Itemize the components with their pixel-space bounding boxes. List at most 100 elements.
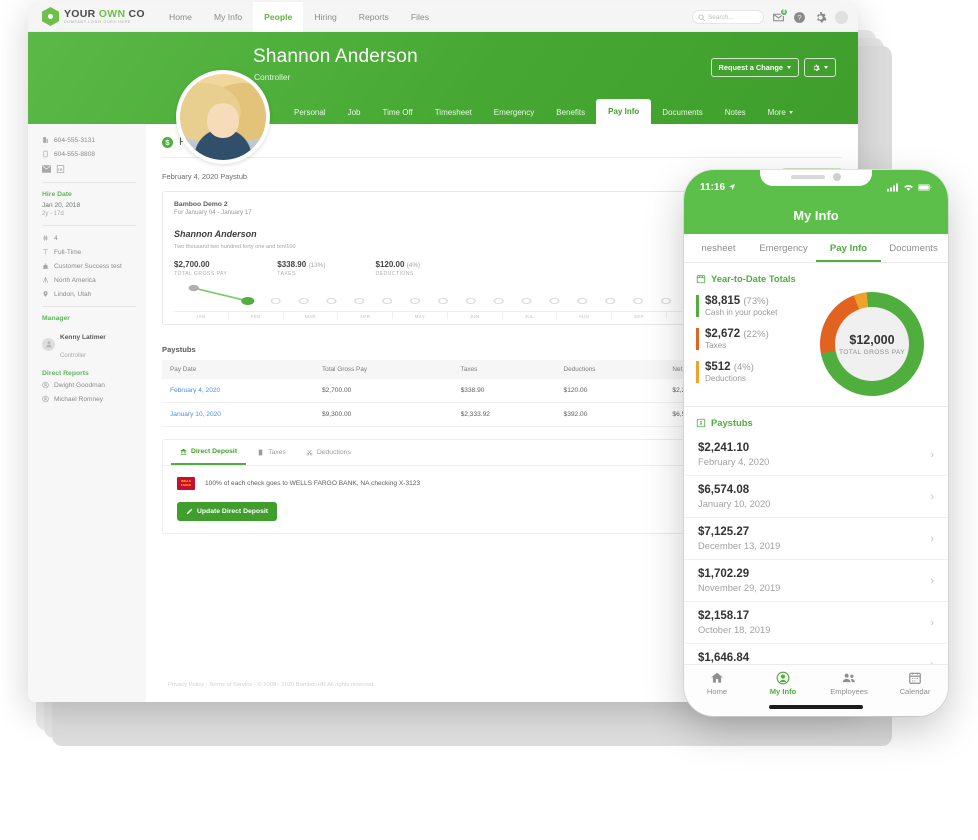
manager-avatar (42, 337, 55, 351)
bottom-nav-my-info[interactable]: My Info (750, 671, 816, 696)
gear-icon[interactable] (814, 11, 827, 24)
office-phone-icon (42, 136, 49, 144)
header-actions: Request a Change (710, 58, 836, 77)
phone-mockup: 11:16 My Info nesheet Emergency Pay Info… (684, 170, 948, 716)
bottom-nav-employees[interactable]: Employees (816, 671, 882, 696)
bottom-nav-calendar[interactable]: Calendar (882, 671, 948, 696)
tab-notes[interactable]: Notes (714, 101, 757, 124)
cell-pay-date[interactable]: February 4, 2020 (162, 379, 314, 403)
paystub-date: November 29, 2019 (698, 582, 781, 593)
nav-item-reports[interactable]: Reports (348, 2, 400, 32)
phone-tab-pay-info[interactable]: Pay Info (816, 234, 881, 262)
mobile-phone-icon (42, 150, 49, 158)
linkedin-icon[interactable] (56, 165, 65, 173)
user-avatar[interactable] (835, 10, 848, 24)
nav-item-home[interactable]: Home (158, 2, 203, 32)
nav-item-files[interactable]: Files (400, 2, 440, 32)
direct-deposit-description: 100% of each check goes to WELLS FARGO B… (205, 480, 421, 487)
tab-emergency[interactable]: Emergency (483, 101, 545, 124)
dollar-icon: $ (162, 136, 173, 148)
cellular-signal-icon (887, 183, 898, 191)
company-logo[interactable]: YOUR OWN CO COMPANY LOGO GOES HERE (28, 7, 158, 26)
phone-ytd-item-label: Deductions (705, 373, 746, 383)
column-total-gross-pay[interactable]: Total Gross Pay (314, 360, 453, 379)
tab-label: Direct Deposit (191, 448, 238, 455)
phone-donut-chart-wrap: $12,000 TOTAL GROSS PAY (808, 286, 936, 402)
phone-ytd-label: Year-to-Date Totals (711, 273, 796, 284)
phone-tab-documents[interactable]: Documents (881, 234, 946, 262)
donut-total-value: $12,000 (849, 332, 895, 347)
nav-item-people[interactable]: People (253, 2, 304, 32)
tab-more[interactable]: More (757, 101, 804, 124)
update-button-label: Update Direct Deposit (197, 508, 269, 515)
tab-pay-info[interactable]: Pay Info (596, 99, 652, 124)
direct-report-row[interactable]: Michael Romney (42, 395, 136, 403)
hash-icon (42, 234, 49, 242)
cell-gross-pay: $2,700.00 (313, 379, 453, 403)
phone-tab-emergency[interactable]: Emergency (751, 234, 816, 262)
person-icon (776, 671, 790, 685)
speaker-grill (791, 175, 825, 179)
tab-job[interactable]: Job (337, 101, 372, 124)
phone-status-bar: 11:16 (684, 170, 948, 204)
update-direct-deposit-button[interactable]: Update Direct Deposit (177, 502, 278, 521)
battery-icon (918, 183, 932, 191)
email-icon[interactable] (42, 165, 51, 173)
phone-ytd-header: Year-to-Date Totals (684, 263, 948, 290)
figure-percent: (13%) (308, 262, 326, 269)
divider (42, 182, 136, 183)
phone-status-time: 11:16 (700, 182, 736, 193)
tab-timesheet[interactable]: Timesheet (424, 101, 483, 124)
list-item[interactable]: $7,125.27 December 13, 2019 › (684, 518, 948, 560)
svg-text:?: ? (797, 13, 801, 22)
search-input[interactable]: Search... (692, 10, 764, 24)
cell-taxes: $2,333.92 (452, 402, 556, 427)
nav-item-my-info[interactable]: My Info (203, 2, 253, 32)
phone-tab-timesheet[interactable]: nesheet (686, 234, 751, 262)
tab-direct-deposit[interactable]: Direct Deposit (171, 440, 247, 465)
column-deductions[interactable]: Deductions (556, 360, 665, 379)
tab-time-off[interactable]: Time Off (371, 101, 423, 124)
tab-taxes[interactable]: Taxes (248, 440, 295, 465)
employee-job-title: Controller (254, 72, 291, 82)
tab-label: Deductions (316, 449, 351, 456)
axis-tick: SEP (611, 312, 666, 319)
manager-name: Kenny Latimer (60, 334, 106, 341)
tab-documents[interactable]: Documents (651, 101, 713, 124)
divider (162, 157, 842, 158)
wells-fargo-logo-icon: WELLS FARGO (177, 477, 195, 490)
column-taxes[interactable]: Taxes (453, 360, 556, 379)
request-a-change-button[interactable]: Request a Change (710, 58, 799, 77)
help-icon[interactable]: ? (793, 11, 806, 24)
bank-icon (180, 448, 187, 455)
inbox-icon[interactable]: 9 (772, 7, 788, 24)
phone-ytd-value: $2,672 (705, 327, 741, 340)
list-item[interactable]: $2,241.10 February 4, 2020 › (684, 434, 948, 476)
mobile-phone-value: 604-555-8808 (54, 150, 96, 158)
request-a-change-label: Request a Change (718, 63, 783, 72)
chevron-down-icon (788, 111, 793, 114)
list-item[interactable]: $6,574.08 January 10, 2020 › (684, 476, 948, 518)
axis-tick: FEB (227, 312, 283, 319)
tab-personal[interactable]: Personal (283, 101, 337, 124)
tab-deductions[interactable]: Deductions (297, 440, 360, 465)
building-icon (42, 262, 49, 270)
employee-sidebar: 604-555-3131 604-555-8808 Hire Date Jan … (28, 124, 146, 702)
bottom-nav-home[interactable]: Home (684, 671, 750, 696)
direct-report-row[interactable]: Dwight Goodman (42, 381, 136, 389)
tab-label: Taxes (268, 449, 286, 456)
list-item[interactable]: $1,702.29 November 29, 2019 › (684, 560, 948, 602)
figure-taxes: $338.90 (13%) TAXES (277, 260, 325, 277)
nav-item-hiring[interactable]: Hiring (303, 2, 347, 32)
cell-pay-date[interactable]: January 10, 2020 (162, 402, 314, 427)
tab-benefits[interactable]: Benefits (545, 101, 596, 124)
list-item[interactable]: $2,158.17 October 18, 2019 › (684, 602, 948, 644)
attribute-value: Customer Success test (54, 262, 122, 270)
attribute-division: North America (42, 276, 136, 284)
column-pay-date[interactable]: Pay Date (162, 360, 314, 379)
pin-icon (42, 290, 49, 298)
settings-dropdown-button[interactable] (804, 58, 836, 77)
home-icon (711, 672, 723, 683)
paystub-date: October 18, 2019 (698, 624, 771, 635)
manager-row[interactable]: Kenny Latimer Controller (42, 326, 136, 362)
